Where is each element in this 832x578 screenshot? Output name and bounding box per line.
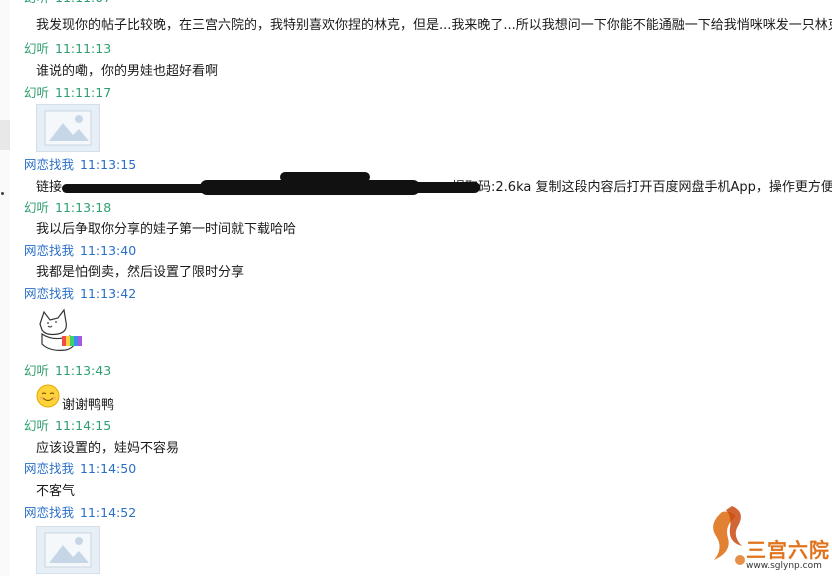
- redaction-mark: [410, 182, 480, 193]
- redaction-mark: [200, 180, 420, 195]
- sender-line: 幻听 11:13:43: [24, 362, 111, 380]
- message-time: 11:11:13: [55, 41, 112, 56]
- sender-line: 网恋找我 11:13:40: [24, 242, 136, 260]
- sender-line: 幻听 11:14:15: [24, 417, 111, 435]
- watermark-url: www.sglynp.com: [746, 561, 822, 571]
- link-prefix: 链接: [36, 180, 63, 195]
- sender-name: 幻听: [24, 418, 50, 433]
- message-text: 我都是怕倒卖，然后设置了限时分享: [36, 265, 245, 280]
- nyan-cat-sticker-icon[interactable]: [36, 306, 88, 354]
- message-time: 11:14:50: [80, 461, 137, 476]
- message-text: 谁说的嘞，你的男娃也超好看啊: [36, 64, 219, 79]
- link-suffix: 提取码:2.6ka 复制这段内容后打开百度网盘手机App，操作更方便哦: [452, 180, 832, 195]
- sender-line: 网恋找我 11:14:52: [24, 504, 136, 522]
- sender-name: 网恋找我: [24, 157, 75, 172]
- chat-log[interactable]: 幻听11:11:07 我发现你的帖子比较晚，在三宫六院的，我特别喜欢你捏的林克，…: [0, 0, 832, 576]
- message-text: 我发现你的帖子比较晚，在三宫六院的，我特别喜欢你捏的林克，但是...我来晚了..…: [36, 18, 832, 33]
- sender-line: 网恋找我 11:13:15: [24, 156, 136, 174]
- sender-name: 网恋找我: [24, 286, 75, 301]
- sender-name: 幻听: [24, 200, 50, 215]
- sender-line: 幻听 11:13:18: [24, 199, 111, 217]
- sender-line-cropped: 幻听11:11:07: [24, 0, 111, 7]
- message-time: 11:13:18: [55, 200, 112, 215]
- message-time: 11:13:40: [80, 243, 137, 258]
- redaction-mark: [62, 184, 212, 193]
- sender-line: 网恋找我 11:13:42: [24, 285, 136, 303]
- message-time: 11:13:43: [55, 363, 112, 378]
- image-placeholder-icon[interactable]: [36, 104, 100, 152]
- sender-name: 幻听: [24, 41, 50, 56]
- watermark-title: 三宫六院: [746, 538, 830, 562]
- sender-name: 幻听: [24, 363, 50, 378]
- redaction-mark: [280, 172, 370, 182]
- message-time: 11:14:52: [80, 505, 137, 520]
- message-text: 应该设置的，娃妈不容易: [36, 441, 180, 456]
- sender-name: 网恋找我: [24, 505, 75, 520]
- sender-line: 网恋找我 11:14:50: [24, 460, 136, 478]
- message-text: 我以后争取你分享的娃子第一时间就下载哈哈: [36, 222, 297, 237]
- message-time: 11:13:42: [80, 286, 137, 301]
- message-time: 11:14:15: [55, 418, 112, 433]
- message-text: 不客气: [36, 484, 76, 499]
- message-time: 11:13:15: [80, 157, 137, 172]
- sender-name: 幻听: [24, 85, 50, 100]
- image-placeholder-icon[interactable]: [36, 526, 100, 574]
- sender-line: 幻听 11:11:17: [24, 84, 111, 102]
- sender-line: 幻听 11:11:13: [24, 40, 111, 58]
- smile-emoji-icon: [36, 384, 60, 408]
- sender-name: 网恋找我: [24, 461, 75, 476]
- message-time: 11:11:17: [55, 85, 112, 100]
- sender-name: 网恋找我: [24, 243, 75, 258]
- message-text: 谢谢鸭鸭: [62, 398, 115, 413]
